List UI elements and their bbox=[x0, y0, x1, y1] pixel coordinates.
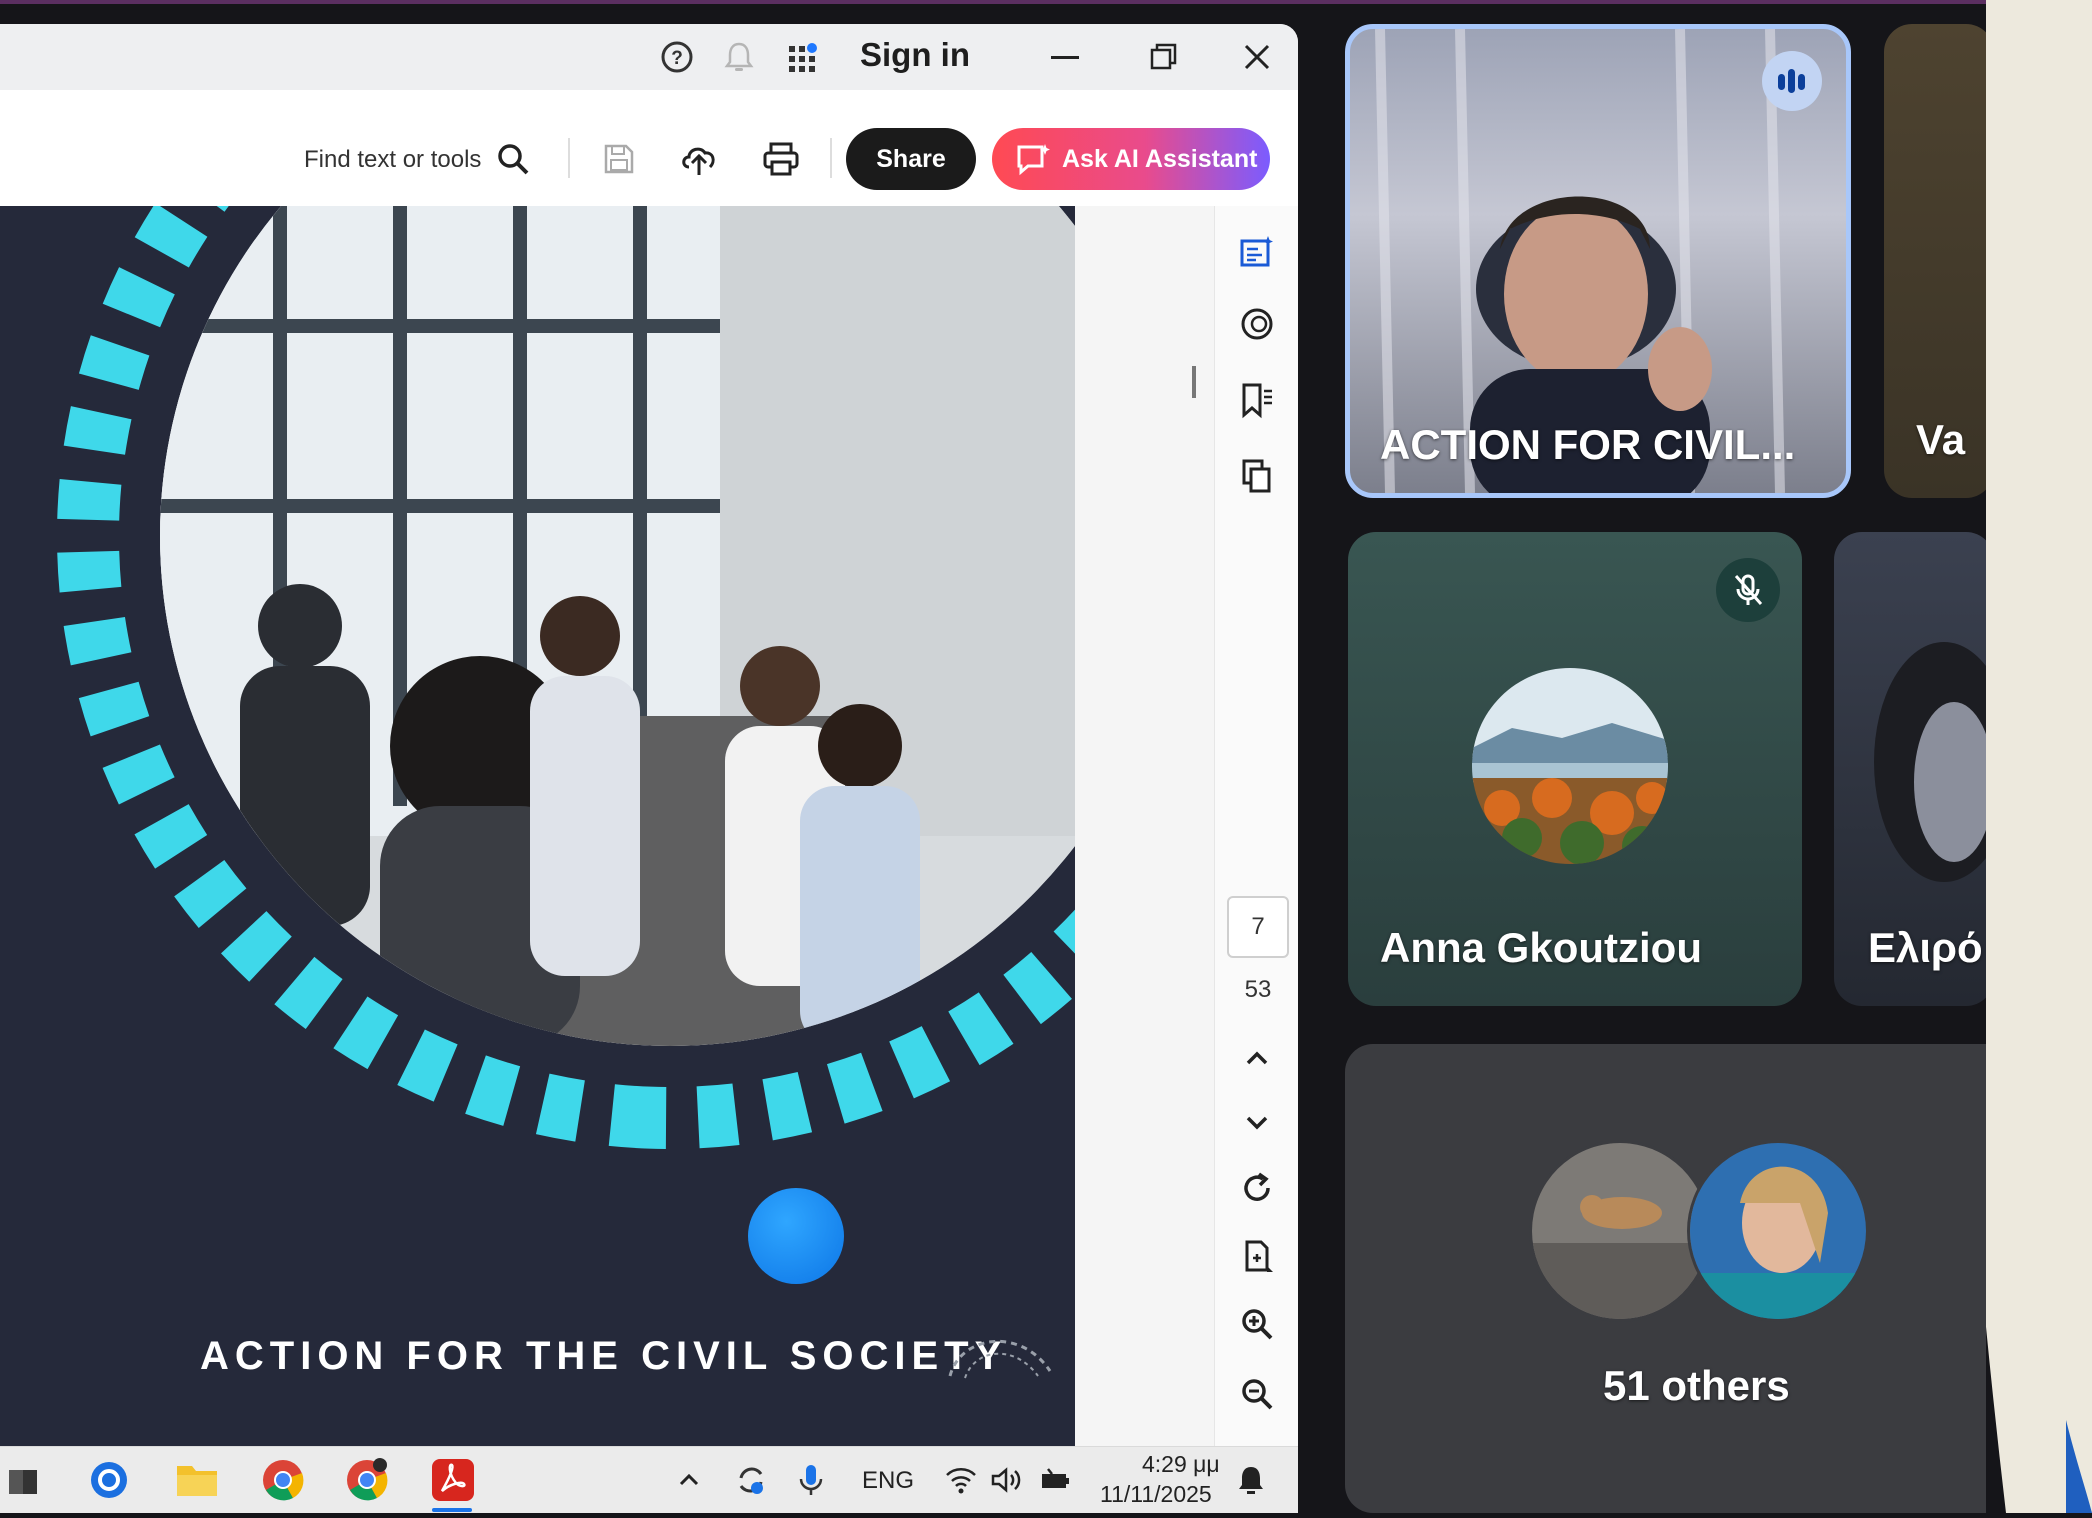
toolbar-separator bbox=[568, 138, 570, 178]
participant-name: Anna Gkoutziou bbox=[1380, 924, 1702, 971]
sync-icon[interactable] bbox=[726, 1455, 776, 1505]
avatar bbox=[1687, 1140, 1869, 1322]
document-area[interactable]: ACTION FOR THE CIVIL SOCIETY 7 53 bbox=[0, 206, 1298, 1446]
task-view-icon[interactable] bbox=[0, 1455, 50, 1505]
print-icon[interactable] bbox=[758, 136, 804, 182]
others-tile[interactable]: 51 others bbox=[1345, 1044, 2045, 1513]
outlook-icon[interactable] bbox=[84, 1455, 134, 1505]
apps-grid-icon[interactable] bbox=[784, 38, 822, 76]
minimize-icon[interactable] bbox=[1046, 38, 1084, 76]
ask-ai-label: Ask AI Assistant bbox=[1062, 144, 1258, 173]
language-indicator[interactable]: ENG bbox=[862, 1467, 914, 1495]
background-slide-edge bbox=[1949, 0, 2092, 1513]
slide-page: ACTION FOR THE CIVIL SOCIETY bbox=[0, 206, 1075, 1446]
help-icon[interactable]: ? bbox=[658, 38, 696, 76]
bookmark-icon[interactable] bbox=[1235, 378, 1279, 422]
edit-ai-icon[interactable] bbox=[1235, 230, 1279, 274]
clock-time[interactable]: 4:29 μμ bbox=[1142, 1451, 1220, 1478]
sign-in-link[interactable]: Sign in bbox=[860, 36, 970, 74]
current-page-input[interactable]: 7 bbox=[1227, 896, 1289, 958]
participant-tile-anna[interactable]: Anna Gkoutziou bbox=[1348, 532, 1802, 1006]
participant-name: ACTION FOR CIVIL... bbox=[1380, 421, 1796, 468]
chevron-up-icon[interactable] bbox=[1235, 1036, 1279, 1080]
microphone-icon[interactable] bbox=[786, 1455, 836, 1505]
acrobat-icon[interactable] bbox=[428, 1455, 478, 1505]
volume-icon[interactable] bbox=[982, 1455, 1032, 1505]
logo-mark bbox=[948, 1339, 1052, 1379]
ask-ai-assistant-button[interactable]: Ask AI Assistant bbox=[992, 128, 1270, 190]
pdf-viewer-window: ? Sign in Find text or tools Share Ask A… bbox=[0, 24, 1298, 1513]
rotate-icon[interactable] bbox=[1235, 1166, 1279, 1210]
total-pages: 53 bbox=[1244, 976, 1272, 1003]
search-icon[interactable] bbox=[490, 136, 536, 182]
find-text-label[interactable]: Find text or tools bbox=[304, 146, 481, 174]
slide-caption: ACTION FOR THE CIVIL SOCIETY bbox=[200, 1334, 1008, 1378]
clock-date[interactable]: 11/11/2025 bbox=[1100, 1481, 1212, 1508]
top-accent-line bbox=[0, 0, 1990, 4]
speaking-indicator-icon bbox=[1762, 51, 1822, 111]
pages-icon[interactable] bbox=[1235, 454, 1279, 498]
blue-dot-decoration bbox=[748, 1188, 844, 1284]
ai-chat-icon bbox=[1017, 144, 1050, 176]
participant-name: Va bbox=[1916, 416, 1966, 463]
vertical-scrollbar[interactable] bbox=[1192, 366, 1196, 398]
tray-overflow-chevron-icon[interactable] bbox=[664, 1455, 714, 1505]
active-app-indicator bbox=[432, 1508, 472, 1512]
share-button[interactable]: Share bbox=[846, 128, 976, 190]
participant-tile-partial[interactable]: Va bbox=[1884, 24, 1994, 498]
chevron-down-icon[interactable] bbox=[1235, 1100, 1279, 1144]
others-count-label: 51 others bbox=[1603, 1362, 1790, 1409]
comment-icon[interactable] bbox=[1235, 302, 1279, 346]
right-tools-rail: 7 53 bbox=[1214, 206, 1298, 1446]
svg-text:?: ? bbox=[671, 48, 683, 69]
battery-icon[interactable] bbox=[1030, 1455, 1080, 1505]
title-bar: ? Sign in bbox=[0, 24, 1298, 90]
page-fit-icon[interactable] bbox=[1235, 1234, 1279, 1278]
windows-taskbar: ENG 4:29 μμ 11/11/2025 bbox=[0, 1446, 1298, 1513]
bell-icon[interactable] bbox=[720, 38, 758, 76]
save-icon[interactable] bbox=[596, 136, 642, 182]
notification-bell-icon[interactable] bbox=[1226, 1455, 1276, 1505]
chrome-icon[interactable] bbox=[258, 1455, 308, 1505]
speaker-tile[interactable]: ACTION FOR CIVIL... bbox=[1345, 24, 1851, 498]
muted-mic-icon bbox=[1716, 558, 1780, 622]
chrome-profile-icon[interactable] bbox=[342, 1455, 392, 1505]
toolbar: Find text or tools Share Ask AI Assistan… bbox=[0, 90, 1298, 207]
restore-icon[interactable] bbox=[1144, 38, 1182, 76]
zoom-out-icon[interactable] bbox=[1235, 1372, 1279, 1416]
avatar bbox=[1529, 1140, 1711, 1322]
participant-name: Ελιρό bbox=[1868, 924, 1983, 971]
wifi-icon[interactable] bbox=[936, 1455, 986, 1505]
cloud-upload-icon[interactable] bbox=[676, 136, 722, 182]
participant-tile-partial[interactable]: Ελιρό bbox=[1834, 532, 1994, 1006]
toolbar-separator bbox=[830, 138, 832, 178]
file-explorer-icon[interactable] bbox=[172, 1455, 222, 1505]
zoom-in-icon[interactable] bbox=[1235, 1302, 1279, 1346]
close-icon[interactable] bbox=[1238, 38, 1276, 76]
avatar bbox=[1472, 668, 1668, 864]
